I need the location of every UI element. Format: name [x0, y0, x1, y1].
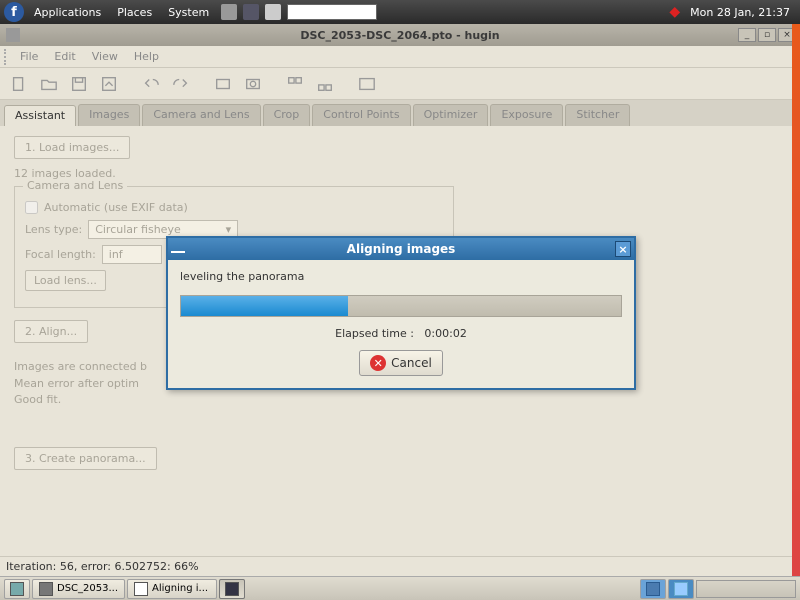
elapsed-label: Elapsed time :	[335, 327, 414, 340]
taskbar-item-label: DSC_2053...	[57, 583, 118, 594]
dialog-title-text: Aligning images	[347, 242, 456, 256]
elapsed-time: Elapsed time : 0:00:02	[180, 327, 622, 340]
elapsed-value: 0:00:02	[424, 327, 466, 340]
dialog-message: leveling the panorama	[180, 270, 622, 283]
trash-area[interactable]	[696, 580, 796, 598]
workspace-switcher[interactable]	[640, 579, 666, 599]
taskbar-item[interactable]: Aligning i...	[127, 579, 217, 599]
taskbar-item[interactable]: DSC_2053...	[32, 579, 125, 599]
dialog-titlebar: Aligning images ×	[168, 238, 634, 260]
progress-fill	[181, 296, 348, 316]
progress-bar	[180, 295, 622, 317]
dialog-close-button[interactable]: ×	[615, 241, 631, 257]
cancel-label: Cancel	[391, 356, 432, 370]
aligning-dialog: Aligning images × leveling the panorama …	[166, 236, 636, 390]
dialog-minimize-icon[interactable]	[171, 243, 185, 253]
cancel-icon: ✕	[370, 355, 386, 371]
show-desktop-button[interactable]	[4, 579, 30, 599]
gnome-bottom-panel: DSC_2053... Aligning i...	[0, 576, 800, 600]
taskbar-item-label: Aligning i...	[152, 583, 208, 594]
modal-overlay: Aligning images × leveling the panorama …	[0, 0, 800, 600]
taskbar-item-terminal[interactable]	[219, 579, 245, 599]
cancel-button[interactable]: ✕ Cancel	[359, 350, 443, 376]
workspace-switcher[interactable]	[668, 579, 694, 599]
